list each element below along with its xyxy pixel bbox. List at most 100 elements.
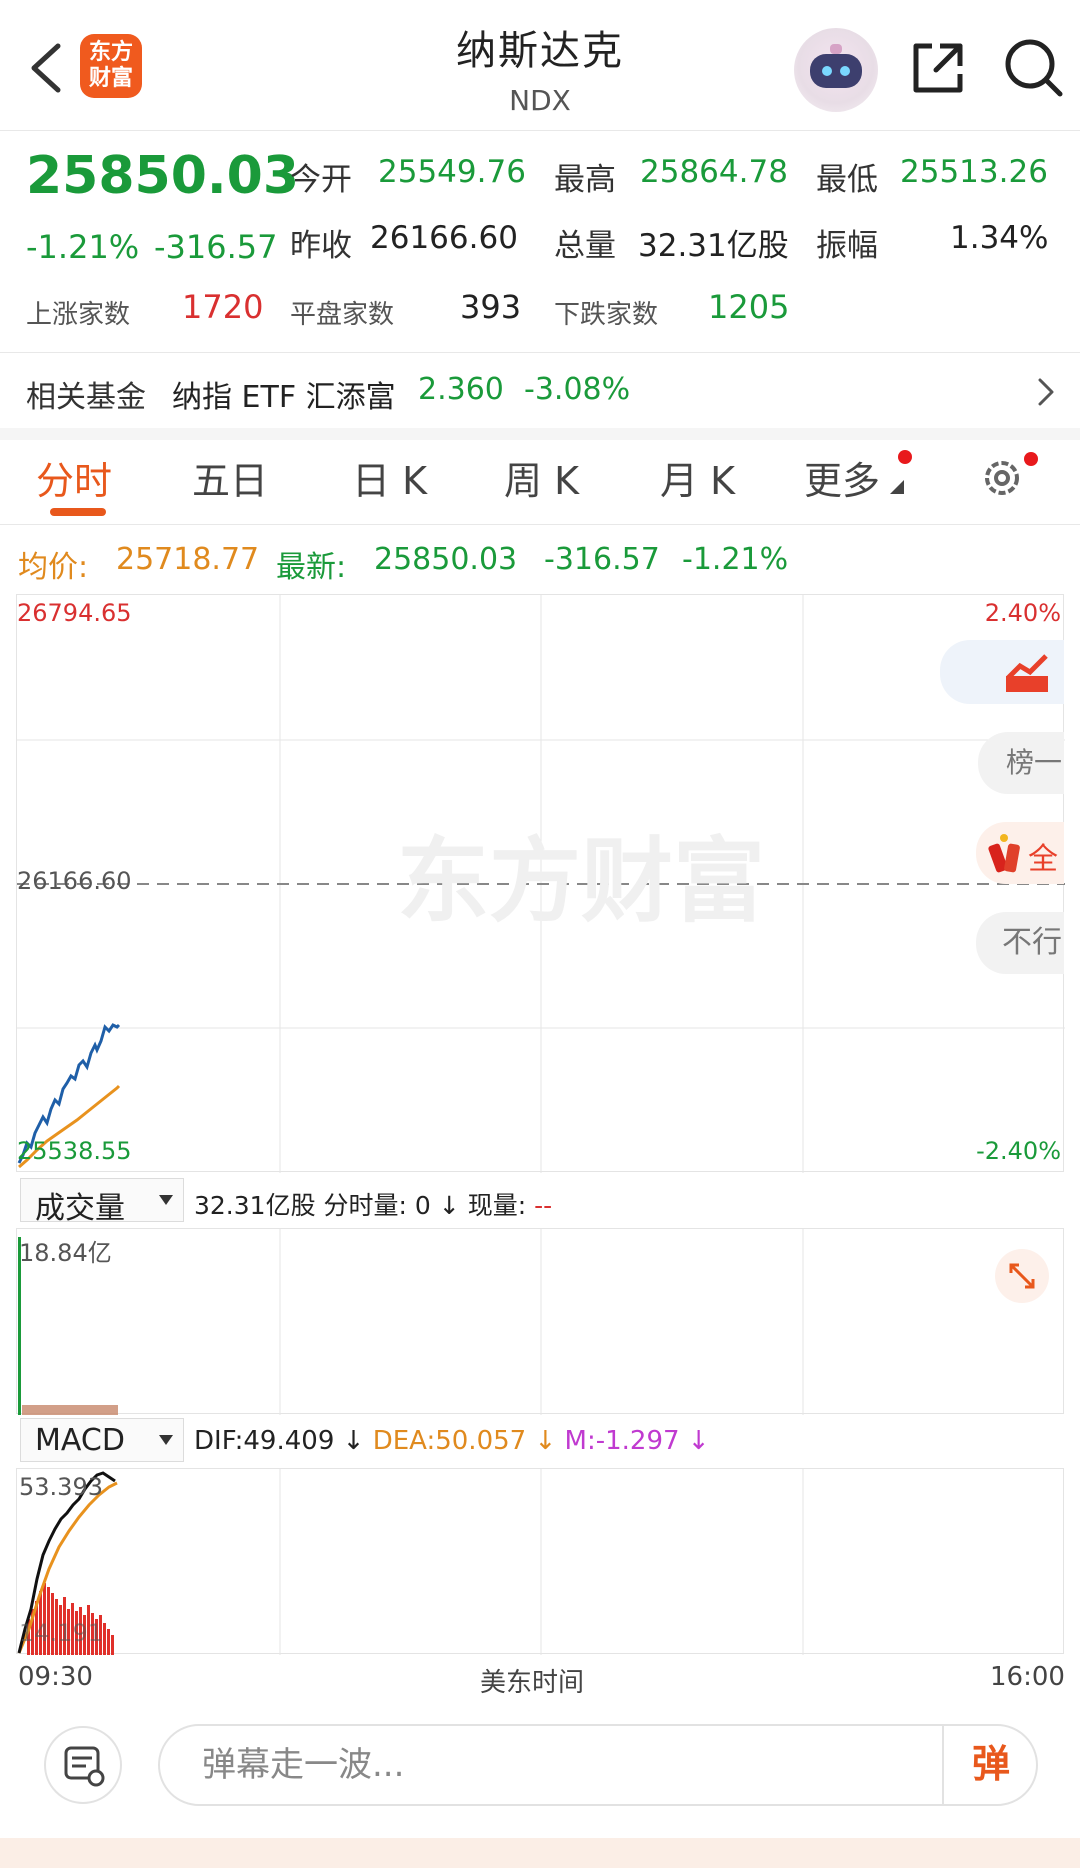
prev-close-label: 昨收	[290, 228, 352, 264]
firecracker-pill-button[interactable]: 全	[976, 822, 1064, 884]
y-top-label: 26794.65	[17, 599, 132, 627]
time-zone-label: 美东时间	[480, 1668, 585, 1698]
y-mid-label: 26166.60	[17, 867, 132, 895]
danmu-toggle-button[interactable]: 弹	[942, 1724, 1038, 1806]
macd-selector-label: MACD	[35, 1423, 125, 1458]
up-count: 1720	[182, 288, 264, 326]
gear-icon	[985, 461, 1019, 495]
share-icon	[913, 43, 963, 93]
volume-chart[interactable]: 18.84亿	[16, 1228, 1064, 1415]
divider	[0, 428, 1080, 440]
firecracker-icon	[988, 834, 1020, 873]
time-end: 16:00	[990, 1662, 1065, 1692]
page-title: 纳斯达克	[456, 28, 624, 74]
minute-volume-label: 分时量:	[323, 1191, 407, 1220]
danmu-input[interactable]: 弹幕走一波...	[158, 1724, 1038, 1806]
tab-intraday[interactable]: 分时	[36, 450, 112, 505]
macd-info: DIF:49.409 ↓ DEA:50.057 ↓ M:-1.297 ↓	[194, 1426, 710, 1456]
low-label: 最低	[816, 162, 878, 198]
up-count-label: 上涨家数	[26, 300, 131, 330]
tab-more[interactable]: 更多	[804, 450, 880, 505]
avg-value: 25718.77	[116, 542, 260, 577]
tab-monthly-k[interactable]: 月 K	[660, 450, 735, 505]
minute-volume-value: 0	[414, 1191, 431, 1220]
footer-strip	[0, 1838, 1080, 1868]
volume-selector-label: 成交量	[35, 1191, 125, 1226]
macd-y-top: 53.393	[19, 1473, 103, 1501]
open-label: 今开	[290, 162, 352, 198]
tab-daily-k[interactable]: 日 K	[352, 450, 427, 505]
intraday-chart-svg: 东方财富	[17, 595, 1065, 1173]
page-subtitle: NDX	[509, 84, 571, 117]
prev-close-value: 26166.60	[370, 220, 518, 256]
macd-m: M:-1.297	[564, 1426, 680, 1456]
trend-pill-button[interactable]	[940, 640, 1064, 704]
header: 东方 财富 纳斯达克 NDX	[0, 0, 1080, 130]
search-icon	[1005, 39, 1063, 97]
latest-value: 25850.03	[374, 542, 518, 577]
amplitude-label: 振幅	[816, 228, 878, 264]
app-logo: 东方 财富	[80, 34, 142, 98]
latest-label: 最新:	[276, 550, 347, 585]
notification-dot	[898, 450, 912, 464]
volume-label: 总量	[554, 228, 616, 264]
down-arrow-icon: ↓	[526, 1426, 565, 1456]
chevron-left-icon	[31, 43, 61, 93]
macd-dea: DEA:50.057	[372, 1426, 527, 1456]
notification-dot	[1024, 452, 1038, 466]
macd-y-bottom: 14.191	[19, 1619, 103, 1647]
comment-list-button[interactable]	[44, 1726, 122, 1804]
settings-button[interactable]	[978, 454, 1026, 506]
time-start: 09:30	[18, 1662, 93, 1692]
fund-change: -3.08%	[524, 372, 631, 407]
dropdown-arrow-icon	[159, 1435, 173, 1445]
macd-dif: DIF:49.409	[194, 1426, 335, 1456]
related-fund-row[interactable]: 相关基金 纳指 ETF 汇添富 2.360 -3.08%	[0, 354, 1080, 428]
high-value: 25864.78	[640, 154, 788, 190]
down-arrow-icon: ↓	[334, 1426, 373, 1456]
pct-bottom-label: -2.40%	[976, 1137, 1061, 1165]
dropdown-arrow-icon	[159, 1195, 173, 1205]
volume-y-top: 18.84亿	[19, 1239, 112, 1267]
divider	[0, 352, 1080, 353]
indicator-selector-macd[interactable]: MACD	[20, 1418, 184, 1462]
assistant-robot-icon[interactable]	[794, 28, 878, 112]
expand-button[interactable]	[995, 1249, 1049, 1303]
divider	[0, 524, 1080, 525]
share-button[interactable]	[906, 36, 970, 100]
tab-five-day[interactable]: 五日	[192, 450, 268, 505]
down-count: 1205	[708, 288, 790, 326]
latest-percent: -1.21%	[682, 542, 789, 577]
search-button[interactable]	[1000, 34, 1066, 100]
divider	[0, 130, 1080, 131]
comment-list-icon	[64, 1746, 105, 1787]
amplitude-value: 1.34%	[950, 220, 1049, 256]
trend-chart-icon	[1006, 654, 1048, 692]
y-bottom-label: 25538.55	[17, 1137, 132, 1165]
dropdown-triangle-icon	[890, 480, 904, 494]
flat-count-label: 平盘家数	[290, 300, 395, 330]
fund-price: 2.360	[418, 372, 504, 407]
now-volume-label: 现量:	[467, 1191, 527, 1220]
change-amount: -316.57	[154, 228, 278, 266]
flat-count: 393	[460, 288, 522, 326]
watermark: 东方财富	[397, 828, 765, 935]
high-label: 最高	[554, 162, 616, 198]
macd-chart[interactable]: 53.393 14.191	[16, 1468, 1064, 1655]
now-volume-value: --	[534, 1191, 553, 1220]
intraday-chart[interactable]: 东方财富 26794.65 26166.60 25538.55 2.40% -2…	[16, 594, 1065, 1173]
rank-pill-button[interactable]: 榜一	[978, 732, 1064, 794]
indicator-selector-volume[interactable]: 成交量	[20, 1178, 184, 1226]
down-arrow-icon: ↓	[438, 1191, 460, 1220]
expand-icon	[1009, 1263, 1035, 1289]
down-arrow-icon: ↓	[679, 1426, 710, 1456]
no-pill-button[interactable]: 不行	[976, 912, 1064, 974]
down-count-label: 下跌家数	[554, 300, 659, 330]
open-value: 25549.76	[378, 154, 526, 190]
back-button[interactable]	[22, 38, 72, 98]
volume-value: 32.31亿股	[638, 228, 789, 264]
fund-label: 相关基金	[26, 380, 146, 415]
danmu-label: 弹	[971, 1742, 1010, 1786]
tab-weekly-k[interactable]: 周 K	[504, 450, 579, 505]
low-value: 25513.26	[900, 154, 1048, 190]
